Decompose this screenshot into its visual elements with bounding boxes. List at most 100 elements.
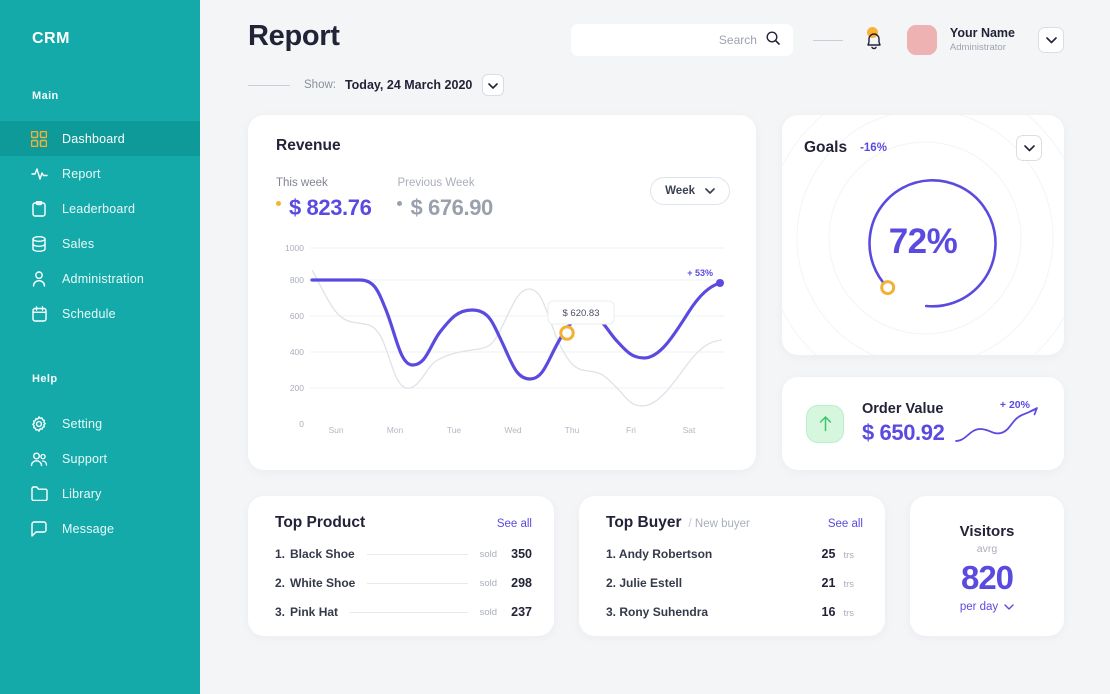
search-icon[interactable]: [766, 31, 780, 50]
top-product-title: Top Product: [275, 514, 365, 532]
order-value-card: Order Value $ 650.92 + 20%: [782, 377, 1064, 470]
search-input[interactable]: Search: [571, 24, 793, 56]
avatar[interactable]: [907, 25, 937, 55]
revenue-title: Revenue: [276, 137, 730, 155]
product-name: Pink Hat: [290, 605, 338, 619]
clipboard-icon: [30, 200, 48, 218]
top-buyer-see-all-link[interactable]: See all: [828, 518, 863, 530]
visitors-period-label: per day: [960, 601, 998, 613]
chevron-down-icon: [1024, 139, 1035, 157]
sidebar-item-schedule[interactable]: Schedule: [0, 296, 200, 331]
user-icon: [30, 270, 48, 288]
unit-label: sold: [480, 607, 497, 618]
buyer-label: 2. Julie Estell: [606, 576, 682, 590]
visitors-period-selector[interactable]: per day: [960, 601, 1014, 613]
visitors-subtitle: avrg: [977, 543, 997, 555]
sidebar-item-label: Support: [62, 452, 107, 466]
table-row: 1. Andy Robertson 25 trs: [606, 547, 863, 561]
gear-icon: [30, 415, 48, 433]
sidebar-item-label: Report: [62, 167, 101, 181]
visitors-title: Visitors: [960, 523, 1015, 540]
svg-text:200: 200: [290, 383, 304, 393]
buyer-name: Andy Robertson: [619, 547, 712, 561]
bell-icon[interactable]: [863, 28, 885, 52]
sidebar-item-setting[interactable]: Setting: [0, 406, 200, 441]
stat-value-wrap: $ 676.90: [397, 195, 492, 221]
row-rule: [350, 612, 468, 613]
visitors-card: Visitors avrg 820 per day: [910, 496, 1064, 636]
visitors-value: 820: [961, 559, 1013, 597]
arrow-up-icon: [806, 405, 844, 443]
sidebar-item-label: Administration: [62, 272, 144, 286]
sidebar-item-label: Schedule: [62, 307, 116, 321]
row-rule: [367, 554, 468, 555]
topbar-right: Search Your Name Administrat: [571, 24, 1064, 56]
stat-previous-week: Previous Week $ 676.90: [397, 177, 492, 221]
top-buyer-title: Top Buyer: [606, 514, 682, 532]
top-product-see-all-link[interactable]: See all: [497, 518, 532, 530]
range-select-button[interactable]: Week: [650, 177, 730, 205]
user-menu-button[interactable]: [1038, 27, 1064, 53]
sidebar-item-label: Dashboard: [62, 132, 125, 146]
buyer-label: 1. Andy Robertson: [606, 547, 712, 561]
order-value-delta: + 20%: [1000, 399, 1030, 411]
goals-menu-button[interactable]: [1016, 135, 1042, 161]
topbar: Report Search: [248, 0, 1064, 56]
chart-end-label: + 53%: [687, 268, 713, 278]
sidebar-item-label: Library: [62, 487, 102, 501]
users-icon: [30, 450, 48, 468]
stat-label: Previous Week: [397, 177, 492, 189]
chevron-down-icon: [1004, 601, 1014, 613]
unit-label: sold: [480, 549, 497, 560]
rank: 3.: [275, 605, 285, 619]
chat-icon: [30, 520, 48, 538]
svg-text:400: 400: [290, 347, 304, 357]
sidebar-item-leaderboard[interactable]: Leaderboard: [0, 191, 200, 226]
sidebar-item-message[interactable]: Message: [0, 511, 200, 546]
unit-label: sold: [480, 578, 497, 589]
filter-dropdown-button[interactable]: [482, 74, 504, 96]
brand-logo: CRM: [0, 0, 200, 48]
goals-header: Goals -16%: [804, 135, 1042, 161]
search-placeholder: Search: [719, 33, 757, 47]
user-meta: Your Name Administrator: [950, 26, 1015, 54]
svg-text:Sun: Sun: [328, 425, 343, 435]
main-content: Report Search: [200, 0, 1110, 694]
filter-label: Show:: [304, 79, 336, 91]
table-row: 2. White Shoe sold 298: [275, 576, 532, 590]
unit-label: trs: [843, 608, 854, 619]
buyer-label: 3. Rony Suhendra: [606, 605, 708, 619]
sidebar-item-library[interactable]: Library: [0, 476, 200, 511]
grid-icon: [30, 130, 48, 148]
buyer-count: 16: [809, 605, 835, 619]
row-rule: [367, 583, 467, 584]
goals-card: Goals -16%: [782, 115, 1064, 355]
range-label: Week: [665, 185, 695, 197]
dashboard-row-1: Revenue This week $ 823.76 Previous Week: [248, 115, 1064, 470]
order-value-amount: $ 650.92: [862, 420, 944, 446]
top-buyer-header: Top Buyer / New buyer See all: [606, 514, 863, 532]
row-value-group: 21 trs: [809, 576, 863, 590]
top-product-header: Top Product See all: [275, 514, 532, 532]
order-value-text: Order Value $ 650.92: [862, 401, 944, 446]
app-root: CRM Main Dashboard Report Leaderboard: [0, 0, 1110, 694]
product-name: Black Shoe: [290, 547, 355, 561]
topbar-divider: [813, 40, 843, 41]
rank: 1.: [275, 547, 285, 561]
table-row: 3. Rony Suhendra 16 trs: [606, 605, 863, 619]
svg-text:800: 800: [290, 275, 304, 285]
svg-text:0: 0: [299, 419, 304, 429]
stat-value-wrap: $ 823.76: [276, 195, 371, 221]
top-buyer-subtitle: New buyer: [695, 518, 750, 530]
sidebar-item-support[interactable]: Support: [0, 441, 200, 476]
chart-line-previous-week: [312, 270, 722, 406]
sidebar-section-main-label: Main: [0, 90, 200, 102]
revenue-chart[interactable]: 1000 800 600 400 200 0 +: [276, 235, 730, 455]
sidebar-item-report[interactable]: Report: [0, 156, 200, 191]
table-row: 1. Black Shoe sold 350: [275, 547, 532, 561]
sidebar: CRM Main Dashboard Report Leaderboard: [0, 0, 200, 694]
unit-label: trs: [843, 550, 854, 561]
sidebar-item-sales[interactable]: Sales: [0, 226, 200, 261]
sidebar-item-administration[interactable]: Administration: [0, 261, 200, 296]
sidebar-item-dashboard[interactable]: Dashboard: [0, 121, 200, 156]
